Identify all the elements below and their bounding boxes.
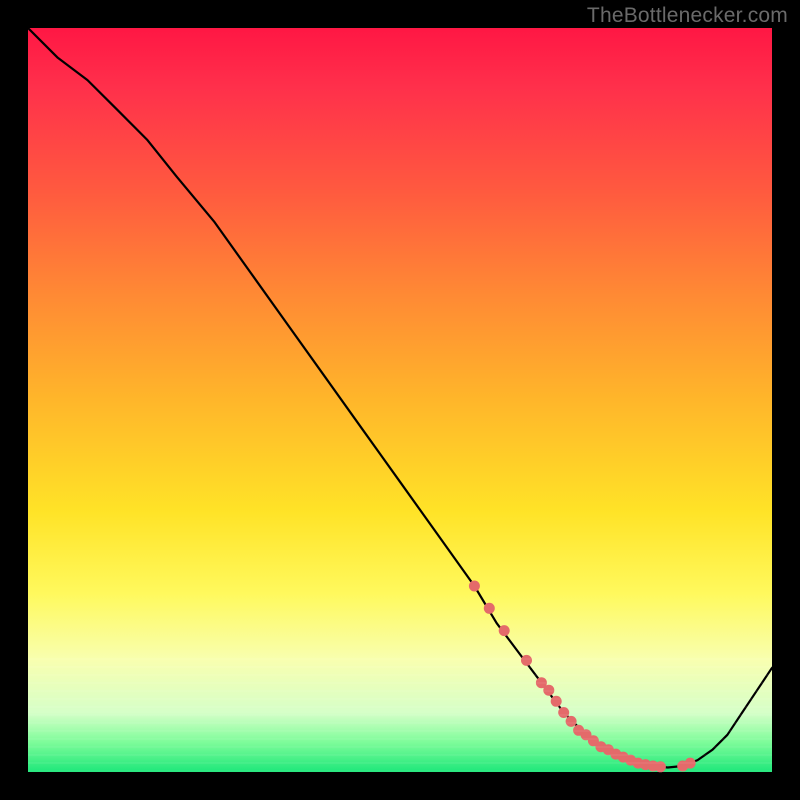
highlight-markers (469, 581, 696, 773)
marker-point (484, 603, 495, 614)
watermark-text: TheBottlenecker.com (587, 4, 788, 28)
bottleneck-curve (28, 28, 772, 768)
marker-point (469, 581, 480, 592)
marker-point (558, 707, 569, 718)
marker-point (543, 685, 554, 696)
plot-area (28, 28, 772, 772)
marker-point (655, 761, 666, 772)
marker-point (685, 758, 696, 769)
marker-point (566, 716, 577, 727)
chart-svg (28, 28, 772, 772)
marker-point (499, 625, 510, 636)
marker-point (551, 696, 562, 707)
marker-point (521, 655, 532, 666)
chart-frame: TheBottlenecker.com (0, 0, 800, 800)
